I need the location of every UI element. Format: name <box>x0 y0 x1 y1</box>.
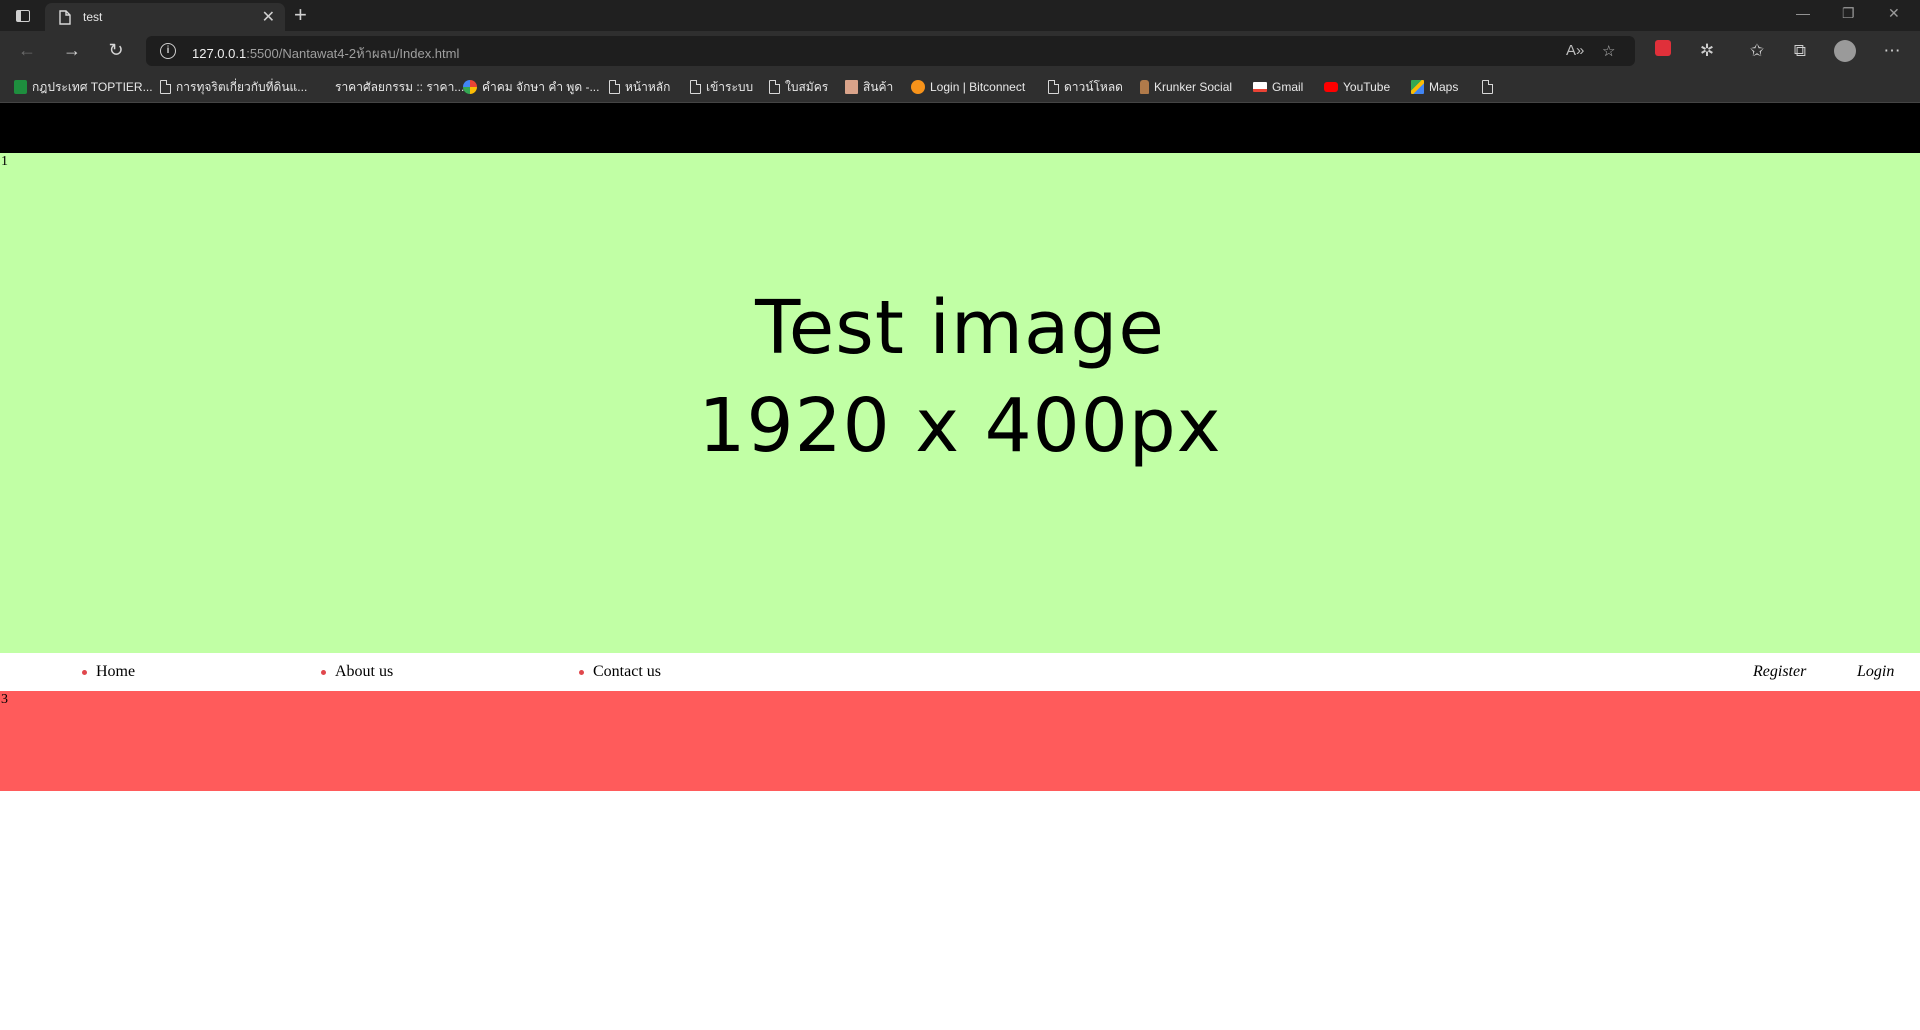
gmail-icon <box>1253 82 1267 92</box>
bookmark-item[interactable] <box>1482 78 1493 96</box>
bookmark-item[interactable]: เข้าระบบ <box>690 78 753 96</box>
page-icon <box>59 10 71 25</box>
page-icon <box>1482 80 1493 94</box>
address-url[interactable]: 127.0.0.1:5500/Nantawat4-2ห้าผลบ/Index.h… <box>192 43 459 64</box>
tab-actions-icon[interactable] <box>10 5 36 27</box>
page-icon <box>1048 80 1059 94</box>
bookmark-item[interactable]: Gmail <box>1253 78 1303 96</box>
bookmark-item[interactable]: Maps <box>1411 78 1458 96</box>
login-link[interactable]: Login <box>1857 663 1894 681</box>
hero-dimensions: 1920 x 400px <box>698 383 1222 469</box>
bookmark-item[interactable]: การทุจริตเกี่ยวกับที่ดินแ... <box>160 78 307 96</box>
bookmark-item[interactable]: Login | Bitconnect <box>911 78 1025 96</box>
krunker-icon <box>1140 80 1149 94</box>
menu-item-contact-us[interactable]: Contact us <box>579 663 661 681</box>
new-tab-icon[interactable]: + <box>294 3 307 27</box>
window-close-icon[interactable]: ✕ <box>1888 5 1900 22</box>
maps-icon <box>1411 80 1424 94</box>
main-menu: Home About us Contact us Register Login <box>0 653 1920 691</box>
hero-text: Test image 1920 x 400px <box>0 279 1920 475</box>
more-menu-icon[interactable]: ⋯ <box>1879 39 1905 63</box>
bullet-icon <box>321 669 326 675</box>
bookmark-item[interactable]: ดาวน์โหลด <box>1048 78 1123 96</box>
page-icon <box>609 80 620 94</box>
top-black-bar <box>0 103 1920 153</box>
reload-icon[interactable]: ↻ <box>103 38 129 62</box>
bookmark-item[interactable]: ราคาศัลยกรรม :: ราคา... <box>335 78 464 96</box>
bookmark-item[interactable]: คำคม จักษา คำ พูด -... <box>463 78 599 96</box>
collections-icon[interactable]: ⧉ <box>1787 39 1813 63</box>
browser-tab-bar: test ✕ + — ❐ ✕ <box>0 0 1920 31</box>
hero-image-placeholder: 1 Test image 1920 x 400px <box>0 153 1920 653</box>
register-link[interactable]: Register <box>1753 663 1806 681</box>
active-tab[interactable]: test ✕ <box>45 3 285 31</box>
bullet-icon <box>579 669 584 675</box>
bookmark-item[interactable]: กฎประเทศ TOPTIER... <box>14 78 153 96</box>
bookmark-item[interactable]: หน้าหลัก <box>609 78 670 96</box>
extension-pocket-icon[interactable] <box>1650 39 1676 63</box>
address-bar[interactable]: i 127.0.0.1:5500/Nantawat4-2ห้าผลบ/Index… <box>146 36 1635 66</box>
green-sheet-icon <box>14 80 27 94</box>
bullet-icon <box>82 669 87 675</box>
back-icon[interactable]: ← <box>14 38 40 62</box>
youtube-icon <box>1324 82 1338 92</box>
add-favorite-icon[interactable]: ☆ <box>1602 42 1615 60</box>
page-icon <box>690 80 701 94</box>
profile-avatar-icon[interactable] <box>1832 39 1858 63</box>
red-section: 3 <box>0 691 1920 791</box>
menu-item-home[interactable]: Home <box>82 663 135 681</box>
close-tab-icon[interactable]: ✕ <box>262 7 275 27</box>
bookmark-item[interactable]: Krunker Social <box>1140 78 1232 96</box>
browser-toolbar: ← → ↻ i 127.0.0.1:5500/Nantawat4-2ห้าผลบ… <box>0 31 1920 70</box>
section-number: 1 <box>1 154 8 169</box>
restore-icon[interactable]: ❐ <box>1842 5 1855 22</box>
page-icon <box>769 80 780 94</box>
forward-icon[interactable]: → <box>59 38 85 62</box>
bookmarks-bar: กฎประเทศ TOPTIER... การทุจริตเกี่ยวกับที… <box>0 70 1920 103</box>
extensions-icon[interactable]: ✲ <box>1694 39 1720 63</box>
bookmark-item[interactable]: YouTube <box>1324 78 1390 96</box>
read-aloud-icon[interactable]: A» <box>1566 42 1584 59</box>
google-icon <box>463 80 477 94</box>
page-icon <box>160 80 171 94</box>
shop-icon <box>845 80 858 94</box>
favorites-icon[interactable]: ✩ <box>1744 39 1770 63</box>
bookmark-item[interactable]: ใบสมัคร <box>769 78 828 96</box>
bitconnect-icon <box>911 80 925 94</box>
site-info-icon[interactable]: i <box>160 43 176 59</box>
section-number: 3 <box>1 692 8 707</box>
hero-title: Test image <box>755 285 1165 371</box>
menu-item-about-us[interactable]: About us <box>321 663 393 681</box>
bookmark-item[interactable]: สินค้า <box>845 78 893 96</box>
web-page: 1 Test image 1920 x 400px Home About us … <box>0 103 1920 1030</box>
minimize-icon[interactable]: — <box>1796 5 1810 21</box>
tab-title: test <box>83 10 103 24</box>
